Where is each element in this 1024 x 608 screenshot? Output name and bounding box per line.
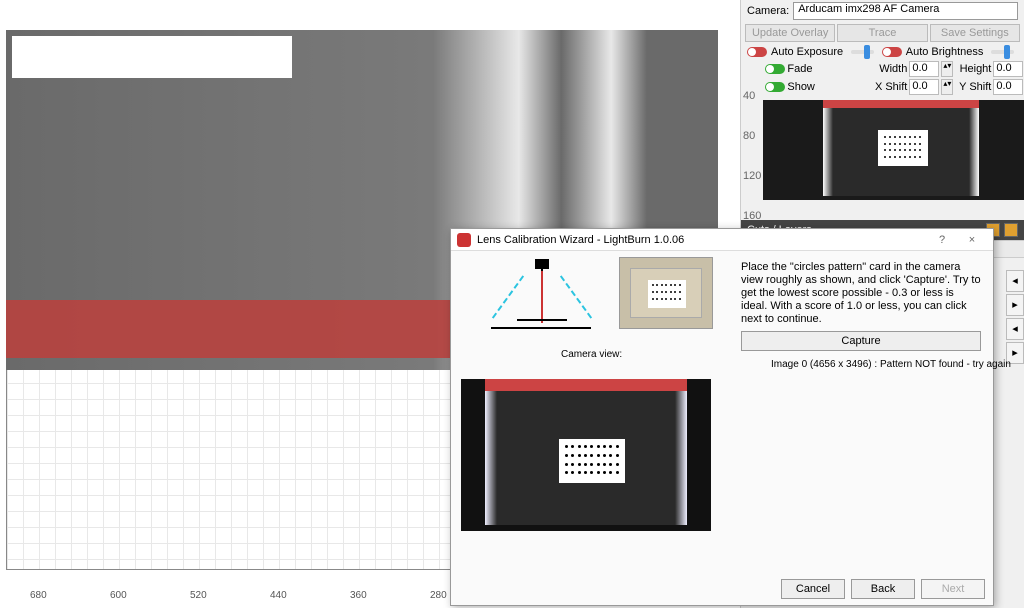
ruler-tick: 280 xyxy=(430,590,447,601)
side-scroll-buttons: ◂ ▸ ◂ ▸ xyxy=(1006,270,1024,366)
app-icon xyxy=(457,233,471,247)
dialog-title: Lens Calibration Wizard - LightBurn 1.0.… xyxy=(477,234,684,246)
overlay-white-panel xyxy=(12,36,292,78)
side-tick: 40 xyxy=(743,90,761,130)
fade-toggle[interactable] xyxy=(765,64,785,74)
dialog-titlebar[interactable]: Lens Calibration Wizard - LightBurn 1.0.… xyxy=(451,229,993,251)
preview-pattern-card xyxy=(878,130,928,166)
scroll-right-icon[interactable]: ▸ xyxy=(1006,294,1024,316)
yshift-input[interactable]: 0.0 xyxy=(993,79,1023,95)
side-tick: 120 xyxy=(743,170,761,210)
close-button[interactable]: × xyxy=(957,234,987,246)
scroll-left-icon[interactable]: ◂ xyxy=(1006,318,1024,340)
trace-button[interactable]: Trace xyxy=(837,24,927,42)
show-label: Show xyxy=(787,81,869,93)
height-input[interactable]: 0.0 xyxy=(993,61,1023,77)
auto-exposure-label: Auto Exposure xyxy=(771,46,843,58)
instructions-text: Place the "circles pattern" card in the … xyxy=(741,261,981,325)
lens-calibration-dialog: Lens Calibration Wizard - LightBurn 1.0.… xyxy=(450,228,994,606)
update-overlay-button[interactable]: Update Overlay xyxy=(745,24,835,42)
back-button[interactable]: Back xyxy=(851,579,915,599)
scroll-left-icon[interactable]: ◂ xyxy=(1006,270,1024,292)
brightness-slider[interactable] xyxy=(991,50,1014,54)
ruler-tick: 600 xyxy=(110,590,127,601)
sample-placement-image xyxy=(619,257,713,329)
height-label: Height xyxy=(955,63,991,75)
camera-preview xyxy=(763,100,1024,200)
cancel-button[interactable]: Cancel xyxy=(781,579,845,599)
show-toggle[interactable] xyxy=(765,82,785,92)
ruler-tick: 520 xyxy=(190,590,207,601)
capture-button[interactable]: Capture xyxy=(741,331,981,351)
help-button[interactable]: ? xyxy=(927,234,957,246)
xshift-label: X Shift xyxy=(871,81,907,93)
width-input[interactable]: 0.0 xyxy=(909,61,939,77)
xshift-input[interactable]: 0.0 xyxy=(909,79,939,95)
auto-brightness-toggle[interactable] xyxy=(882,47,902,57)
next-button[interactable]: Next xyxy=(921,579,985,599)
camera-label: Camera: xyxy=(747,5,789,17)
diagram-camera-icon xyxy=(535,259,549,269)
save-settings-button[interactable]: Save Settings xyxy=(930,24,1020,42)
preview-pattern-card xyxy=(559,439,625,483)
panel-close-icon[interactable] xyxy=(1004,223,1018,237)
side-tick: 80 xyxy=(743,130,761,170)
ruler-tick: 360 xyxy=(350,590,367,601)
ruler-tick: 440 xyxy=(270,590,287,601)
yshift-label: Y Shift xyxy=(955,81,991,93)
width-label: Width xyxy=(871,63,907,75)
capture-status: Image 0 (4656 x 3496) : Pattern NOT foun… xyxy=(741,359,1024,370)
xshift-spinner[interactable]: ▴▾ xyxy=(941,79,953,95)
camera-select[interactable]: Arducam imx298 AF Camera xyxy=(793,2,1018,20)
auto-brightness-label: Auto Brightness xyxy=(906,46,984,58)
fade-label: Fade xyxy=(787,63,869,75)
camera-view-label: Camera view: xyxy=(561,349,622,360)
ruler-tick: 680 xyxy=(30,590,47,601)
auto-exposure-toggle[interactable] xyxy=(747,47,767,57)
exposure-slider[interactable] xyxy=(851,50,874,54)
camera-diagram xyxy=(481,257,601,337)
width-spinner[interactable]: ▴▾ xyxy=(941,61,953,77)
dialog-camera-preview xyxy=(461,379,711,531)
